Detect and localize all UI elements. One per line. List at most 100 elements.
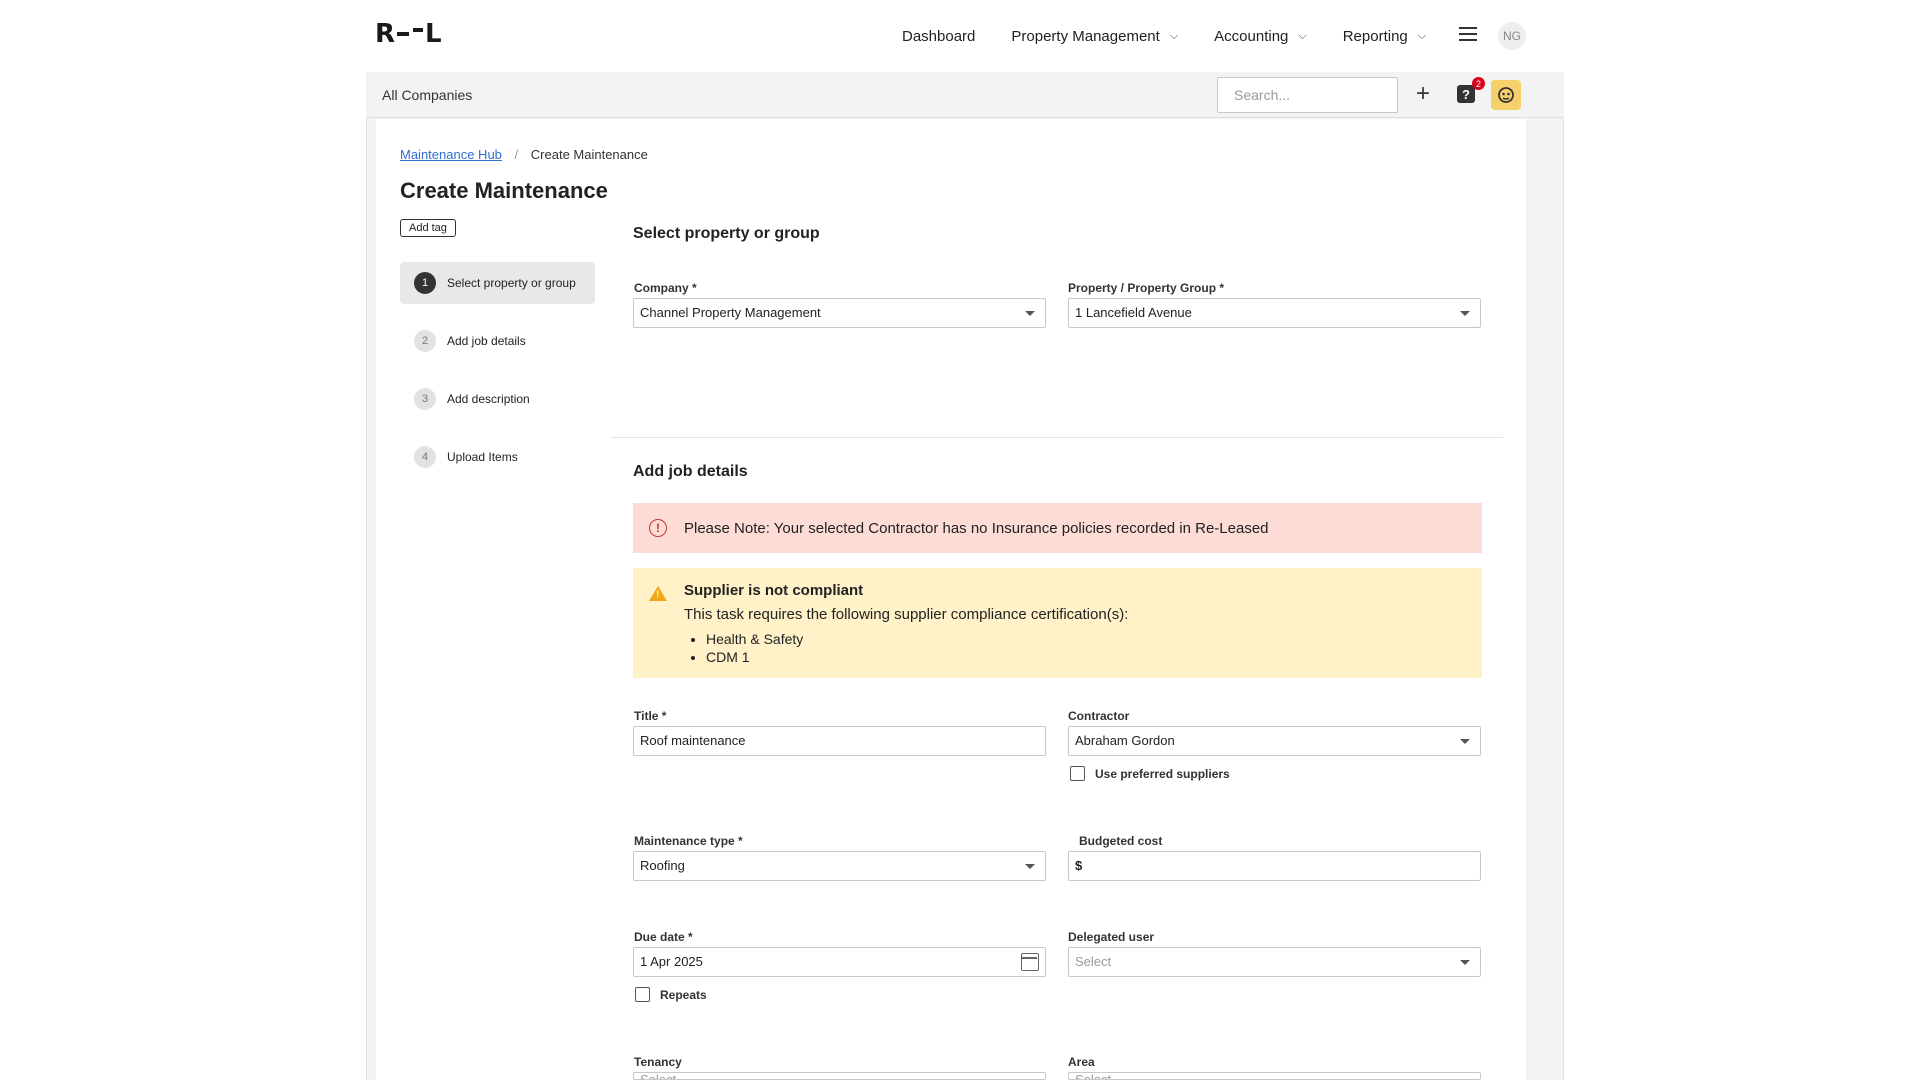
step-select-property[interactable]: 1 Select property or group (400, 262, 595, 304)
repeats-label: Repeats (660, 987, 707, 1002)
nav-accounting[interactable]: Accounting ⌵ (1214, 28, 1307, 45)
insurance-error-alert: ! Please Note: Your selected Contractor … (633, 503, 1482, 553)
error-circle-icon: ! (649, 519, 667, 537)
error-alert-text: Please Note: Your selected Contractor ha… (684, 519, 1269, 537)
plus-icon[interactable]: + (1412, 82, 1434, 106)
avatar[interactable]: NG (1498, 22, 1526, 50)
delegated-user-select[interactable]: Select (1068, 947, 1481, 977)
due-date-input[interactable]: 1 Apr 2025 (633, 947, 1046, 977)
assistant-bot-icon[interactable] (1491, 80, 1521, 110)
chevron-down-icon: ⌵ (1417, 29, 1427, 42)
nav-dashboard-label: Dashboard (902, 27, 976, 45)
warning-list-item: CDM 1 (706, 648, 803, 666)
step-label: Add description (447, 392, 530, 406)
breadcrumb: Maintenance Hub / Create Maintenance (400, 147, 648, 162)
page-title: Create Maintenance (400, 178, 608, 203)
property-label: Property / Property Group * (1068, 281, 1225, 295)
company-value: Channel Property Management (640, 305, 821, 320)
nav-reporting[interactable]: Reporting ⌵ (1343, 28, 1426, 45)
chevron-down-icon: ⌵ (1298, 29, 1307, 42)
step-add-description[interactable]: 3 Add description (400, 378, 595, 420)
nav-accounting-label: Accounting (1214, 27, 1289, 45)
logo-letter-l: L (425, 19, 442, 49)
preferred-suppliers-label: Use preferred suppliers (1095, 766, 1230, 781)
preferred-suppliers-row[interactable]: Use preferred suppliers (1070, 766, 1230, 781)
due-date-label: Due date * (634, 930, 693, 944)
area-placeholder: Select (1075, 1072, 1112, 1080)
section-title-select-property: Select property or group (633, 225, 820, 242)
step-number: 2 (414, 330, 436, 352)
step-list: 1 Select property or group 2 Add job det… (400, 262, 595, 494)
property-select[interactable]: 1 Lancefield Avenue (1068, 298, 1481, 328)
breadcrumb-maintenance-hub[interactable]: Maintenance Hub (400, 147, 502, 162)
repeats-checkbox[interactable] (635, 987, 650, 1002)
step-number: 4 (414, 446, 436, 468)
repeats-row[interactable]: Repeats (635, 987, 707, 1002)
search-input[interactable] (1217, 77, 1398, 113)
warning-text: This task requires the following supplie… (684, 606, 1129, 623)
logo[interactable]: R L (375, 19, 442, 49)
budgeted-cost-input[interactable]: $ (1068, 851, 1481, 881)
contractor-label: Contractor (1068, 709, 1130, 723)
company-select[interactable]: Channel Property Management (633, 298, 1046, 328)
nav-property-management[interactable]: Property Management ⌵ (1011, 28, 1178, 45)
due-date-value: 1 Apr 2025 (640, 954, 703, 969)
delegated-user-label: Delegated user (1068, 930, 1155, 944)
caret-down-icon (1025, 311, 1035, 316)
breadcrumb-current: Create Maintenance (530, 147, 648, 162)
maintenance-type-value: Roofing (640, 858, 685, 873)
menu-icon[interactable] (1459, 27, 1477, 41)
company-label: Company * (634, 281, 697, 295)
create-maintenance-card: Maintenance Hub / Create Maintenance Cre… (376, 119, 1526, 1080)
logo-dash (397, 32, 410, 36)
step-number: 1 (414, 272, 436, 294)
compliance-warning-alert: Supplier is not compliant This task requ… (633, 568, 1482, 678)
property-value: 1 Lancefield Avenue (1075, 305, 1192, 320)
top-navigation: R L Dashboard Property Management ⌵ Acco… (0, 0, 1920, 72)
warning-triangle-icon (649, 586, 667, 601)
step-add-job-details[interactable]: 2 Add job details (400, 320, 595, 362)
caret-down-icon (1460, 311, 1470, 316)
tenancy-label: Tenancy (634, 1055, 682, 1069)
notification-badge: 2 (1472, 77, 1485, 90)
step-upload-items[interactable]: 4 Upload Items (400, 436, 595, 478)
caret-down-icon (1460, 960, 1470, 965)
section-title-job-details: Add job details (633, 463, 748, 480)
title-value: Roof maintenance (640, 733, 746, 748)
contractor-value: Abraham Gordon (1075, 733, 1175, 748)
delegated-user-placeholder: Select (1075, 954, 1112, 969)
area-select[interactable]: Select (1068, 1072, 1481, 1080)
warning-list: Health & Safety CDM 1 (706, 630, 803, 666)
step-label: Select property or group (447, 276, 576, 290)
help-icon[interactable]: ? (1457, 85, 1475, 103)
company-scope-label[interactable]: All Companies (382, 87, 472, 103)
add-tag-button[interactable]: Add tag (400, 219, 456, 237)
nav-links: Dashboard Property Management ⌵ Accounti… (902, 24, 1462, 48)
warning-title: Supplier is not compliant (684, 582, 864, 599)
contractor-select[interactable]: Abraham Gordon (1068, 726, 1481, 756)
preferred-suppliers-checkbox[interactable] (1070, 766, 1085, 781)
caret-down-icon (1025, 864, 1035, 869)
tenancy-placeholder: Select (640, 1072, 677, 1080)
step-label: Add job details (447, 334, 526, 348)
step-number: 3 (414, 388, 436, 410)
step-label: Upload Items (447, 450, 518, 464)
breadcrumb-separator: / (514, 147, 519, 162)
caret-down-icon (1460, 739, 1470, 744)
sub-header: All Companies + ? 2 (366, 72, 1564, 118)
logo-letter-r: R (375, 19, 396, 49)
maintenance-type-label: Maintenance type * (634, 834, 743, 848)
logo-dash (413, 28, 424, 32)
nav-dashboard[interactable]: Dashboard (902, 28, 975, 45)
maintenance-type-select[interactable]: Roofing (633, 851, 1046, 881)
title-input[interactable]: Roof maintenance (633, 726, 1046, 756)
nav-property-management-label: Property Management (1011, 27, 1160, 45)
calendar-icon[interactable] (1021, 953, 1039, 971)
chevron-down-icon: ⌵ (1169, 29, 1179, 42)
tenancy-select[interactable]: Select (633, 1072, 1046, 1080)
section-divider (611, 437, 1503, 438)
currency-prefix: $ (1075, 858, 1083, 873)
budgeted-cost-label: Budgeted cost (1079, 834, 1163, 848)
area-label: Area (1068, 1055, 1095, 1069)
nav-reporting-label: Reporting (1342, 27, 1408, 45)
